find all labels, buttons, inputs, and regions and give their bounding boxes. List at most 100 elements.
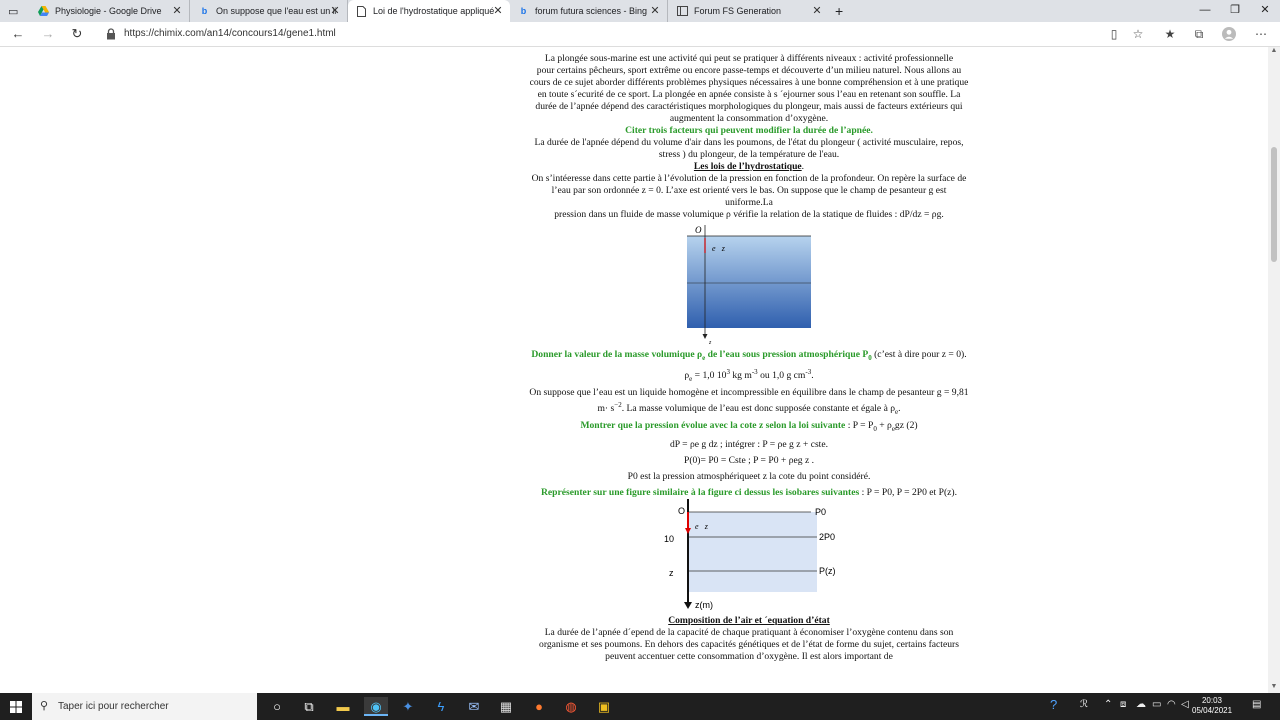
paragraph-hydrostatique-1: On s’intéeresse dans cette partie à l’év… (531, 173, 967, 208)
answer-3-line-2: P(0)= P0 = Cste ; P = P0 + ρeg z . (683, 455, 814, 466)
scroll-up-icon[interactable]: ▲ (1268, 47, 1280, 57)
battery-icon[interactable]: ▭ (1152, 699, 1161, 710)
depth-10-label: 10 (664, 534, 674, 544)
wifi-icon[interactable]: ◠ (1167, 699, 1176, 710)
refresh-button[interactable]: ↻ (67, 25, 87, 43)
taskbar: ⚲ Taper ici pour rechercher ○ ⧉ ▬ ◉ ✦ ϟ … (0, 693, 1280, 720)
clock-date: 05/04/2021 (1192, 706, 1233, 715)
new-tab-button[interactable]: + (830, 0, 852, 22)
minimize-icon: — (1199, 4, 1211, 16)
isobar-label-p0: P0 (815, 507, 826, 517)
task-view-icon[interactable]: ⧉ (299, 697, 319, 716)
depth-z-label: z (669, 568, 674, 578)
minimize-button[interactable]: — (1190, 0, 1220, 22)
question-2: Donner la valeur de la masse volumique ρ… (531, 349, 967, 362)
figure-isobars: O e⃗z 10 z z(m) P0 2P0 P(z) (529, 499, 969, 615)
tab-title: On suppose que l'eau est un liqu (216, 6, 336, 16)
maximize-button[interactable]: ❐ (1220, 0, 1250, 22)
file-explorer-icon[interactable]: ▬ (333, 697, 353, 716)
app-icon[interactable]: ◍ (561, 697, 581, 716)
z-axis-label: z(m) (695, 600, 713, 610)
question-4: Représenter sur une figure similaire à l… (541, 487, 957, 498)
lock-icon[interactable] (106, 27, 118, 41)
z-axis-arrow (684, 602, 692, 609)
isobars-diagram: O e⃗z 10 z z(m) P0 2P0 P(z) (664, 499, 836, 610)
volume-icon[interactable]: ◁ (1181, 699, 1189, 710)
tab-title: Forum FS Generation (694, 6, 782, 16)
question-1: Citer trois facteurs qui peuvent modifie… (625, 125, 873, 136)
answer-1: La durée de l'apnée dépend du volume d'a… (534, 137, 964, 160)
address-bar[interactable]: https://chimix.com/an14/concours14/gene1… (124, 28, 336, 39)
intro-paragraph-1: La plongée sous-marine est une activité … (544, 53, 954, 64)
tab-forum-futura[interactable]: b forum futura sciences - Bing ✕ (510, 0, 668, 22)
address-toolbar: ← → ↻ https://chimix.com/an14/concours14… (0, 22, 1280, 47)
isobar-label-pz: P(z) (819, 566, 836, 576)
close-icon[interactable]: ✕ (329, 4, 341, 17)
terminal-app-icon[interactable]: ▣ (594, 697, 614, 716)
paragraph-incompressible: On suppose que l’eau est un liquide homo… (529, 387, 969, 417)
collections-icon[interactable]: ⧉ (1192, 27, 1206, 41)
origin-label: O (695, 225, 702, 235)
forward-arrow-icon: → (41, 26, 55, 41)
more-options-icon[interactable]: ⋯ (1254, 27, 1268, 41)
tab-actions-icon: ▭ (8, 5, 19, 18)
windows-start-icon[interactable] (10, 700, 22, 713)
tab-actions-button[interactable]: ▭ (0, 0, 30, 22)
firefox-icon[interactable]: ● (529, 697, 549, 716)
help-icon[interactable]: ? (1050, 697, 1057, 712)
mail-icon[interactable]: ✉ (464, 697, 484, 716)
close-icon[interactable]: ✕ (649, 4, 661, 17)
answer-2: ρe = 1,0 103 kg m-3 ou 1,0 g cm-3. (684, 367, 814, 383)
close-icon[interactable]: ✕ (171, 4, 183, 17)
reader-view-icon[interactable]: ▯ (1107, 27, 1121, 41)
clock-time: 20:03 (1201, 696, 1223, 705)
close-icon[interactable]: ✕ (811, 4, 823, 17)
page-icon (677, 6, 688, 17)
close-window-button[interactable]: ✕ (1250, 0, 1280, 22)
vertical-scrollbar[interactable]: ▲ ▼ (1268, 47, 1280, 693)
page-content: La plongée sous-marine est une activité … (0, 47, 1268, 693)
search-placeholder: Taper ici pour rechercher (58, 701, 169, 712)
section-title-composition: Composition de l’air et ´equation d’état (668, 615, 830, 626)
paragraph-composition: La durée de l’apnée d´epend de la capaci… (539, 627, 959, 662)
answer-3-line-1: dP = ρe g dz ; intégrer : P = ρe g z + c… (669, 439, 829, 450)
tab-on-suppose[interactable]: b On suppose que l'eau est un liqu ✕ (191, 0, 348, 22)
unit-vector-label: e⃗z (695, 522, 709, 531)
z-axis-label: z (708, 340, 712, 345)
tab-forum-fs[interactable]: Forum FS Generation ✕ (669, 0, 829, 22)
favorite-add-icon[interactable]: ☆ (1131, 27, 1145, 41)
chevron-up-icon[interactable]: ⌃ (1104, 699, 1112, 710)
figure-water-column: O e⃗z z (529, 221, 969, 346)
cloud-icon[interactable]: ☁ (1136, 699, 1146, 710)
back-button[interactable]: ← (8, 25, 28, 43)
document: La plongée sous-marine est une activité … (529, 53, 969, 662)
unit-vector-label: e⃗z (712, 244, 726, 253)
user-icon[interactable]: ℛ (1080, 699, 1088, 710)
back-arrow-icon: ← (11, 26, 25, 41)
lightning-app-icon[interactable]: ϟ (431, 697, 451, 716)
tab-loi-hydrostatique[interactable]: Loi de l'hydrostatique appliqué ✕ (348, 0, 510, 22)
profile-avatar[interactable] (1222, 27, 1236, 41)
store-icon[interactable]: ▦ (496, 697, 516, 716)
clock[interactable]: 20:03 05/04/2021 (1192, 696, 1232, 716)
z-axis-arrow (702, 334, 708, 339)
forward-button[interactable]: → (38, 25, 58, 43)
close-icon[interactable]: ✕ (492, 4, 504, 17)
restore-icon: ❐ (1230, 4, 1240, 16)
origin-label: O (678, 506, 685, 516)
tab-title: Loi de l'hydrostatique appliqué (373, 6, 495, 16)
page-icon (356, 5, 367, 17)
section-title-hydrostatique: Les lois de l’hydrostatique (693, 161, 802, 172)
taskbar-search-box[interactable]: ⚲ Taper ici pour rechercher (32, 693, 257, 720)
favorites-icon[interactable]: ★ (1163, 27, 1177, 41)
network-status-icon[interactable]: ⧈ (1120, 699, 1126, 710)
notifications-icon[interactable]: ▤ (1252, 699, 1261, 710)
edge-browser-icon[interactable]: ◉ (364, 697, 388, 716)
tab-physiologie[interactable]: Physiologie - Google Drive ✕ (30, 0, 190, 22)
cortana-icon[interactable]: ○ (267, 697, 287, 716)
scrollbar-thumb[interactable] (1271, 147, 1277, 262)
bing-icon: b (520, 6, 527, 16)
scroll-down-icon[interactable]: ▼ (1268, 683, 1280, 693)
question-3: Montrer que la pression évolue avec la c… (580, 420, 918, 433)
dropbox-icon[interactable]: ✦ (398, 697, 418, 716)
